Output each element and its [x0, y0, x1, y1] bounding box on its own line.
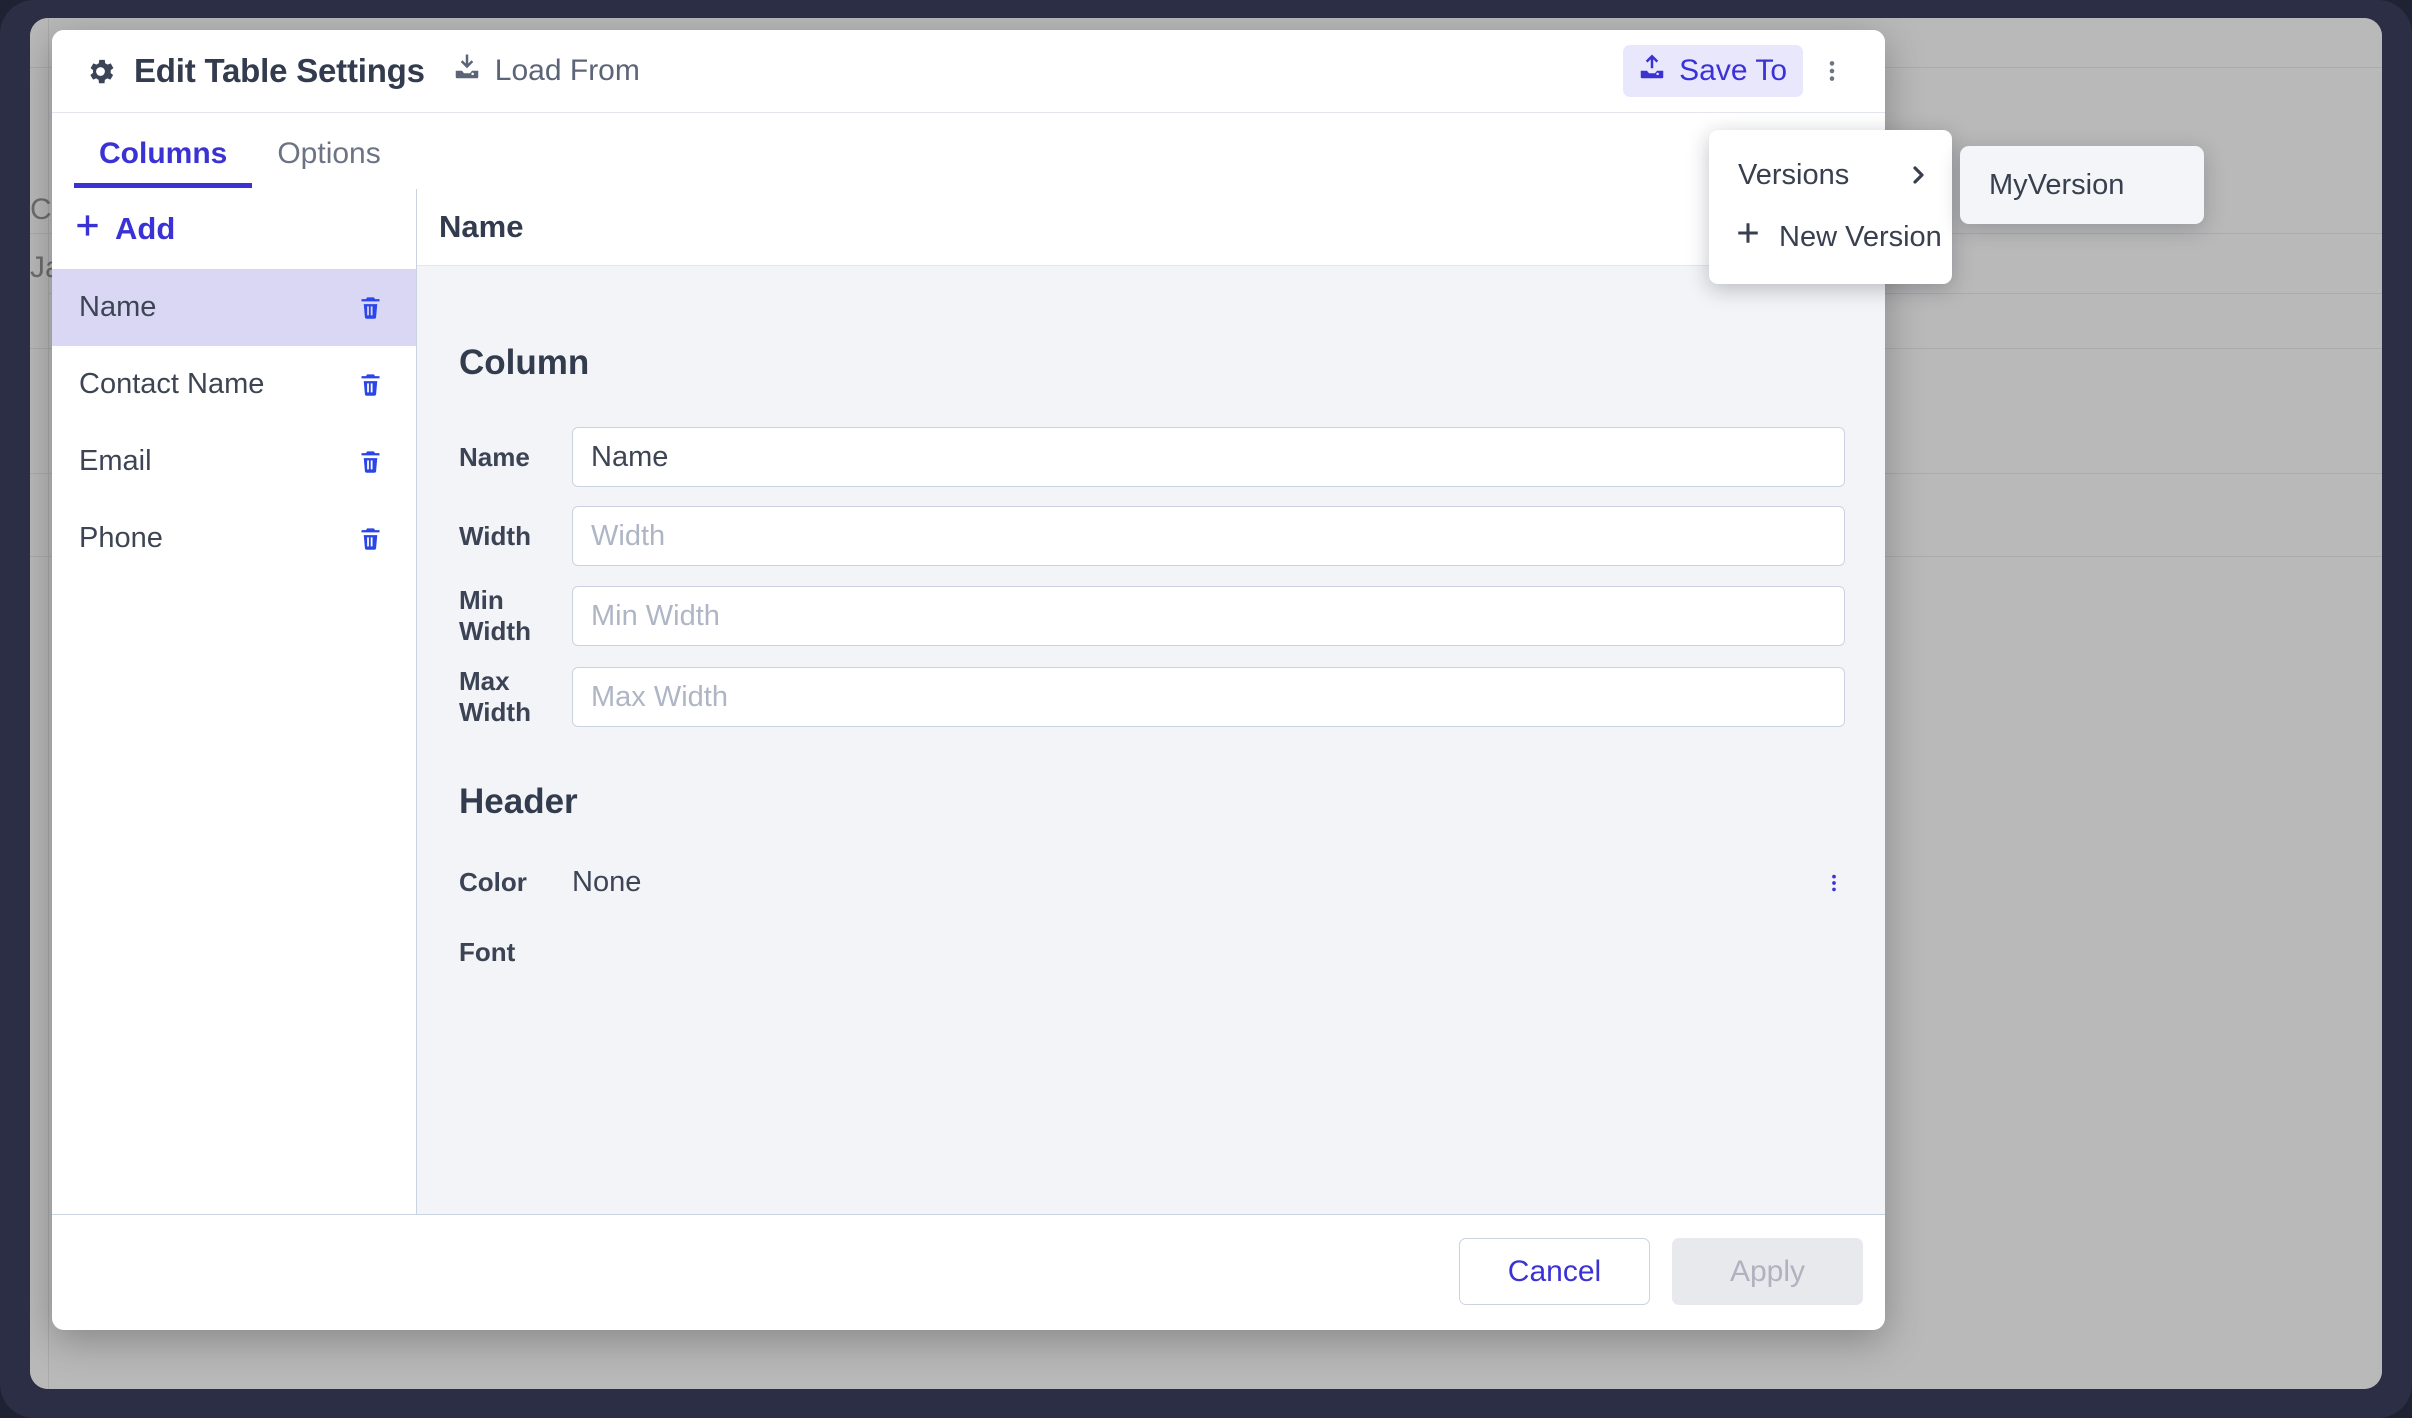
trash-icon[interactable] [357, 448, 384, 475]
columns-list-pane: Add Name Contact Name Email Phone [52, 189, 417, 1214]
field-row-min-width: Min Width Min Width [459, 585, 1845, 647]
section-title-column: Column [459, 343, 590, 382]
load-from-button[interactable]: Load From [452, 52, 640, 90]
more-vertical-icon[interactable] [1823, 869, 1845, 897]
field-label: Color [459, 867, 527, 897]
field-label: Font [459, 937, 516, 967]
field-row-width: Width Width [459, 506, 1845, 566]
save-to-dropdown-menu: Versions New Version [1709, 130, 1952, 284]
dialog-header-actions: Save To [1623, 45, 1857, 97]
menu-item-myversion[interactable]: MyVersion [1960, 156, 2204, 214]
menu-item-label: New Version [1779, 220, 1942, 253]
more-vertical-icon[interactable] [1807, 52, 1857, 90]
field-label: Max Width [459, 666, 531, 727]
add-column-button[interactable]: Add [52, 189, 416, 269]
load-from-label: Load From [494, 54, 640, 87]
apply-button[interactable]: Apply [1672, 1238, 1863, 1305]
list-item[interactable]: Contact Name [52, 346, 416, 423]
gear-icon [84, 55, 117, 88]
width-input[interactable]: Width [572, 506, 1845, 566]
trash-icon[interactable] [357, 371, 384, 398]
column-name: Email [79, 445, 152, 477]
field-row-max-width: Max Width Max Width [459, 666, 1845, 728]
edit-table-settings-dialog: Edit Table Settings Load From Save To Co… [52, 30, 2204, 1330]
trash-icon[interactable] [357, 525, 384, 552]
dialog-footer: Cancel Apply [52, 1215, 1885, 1328]
header-color-row: Color None [459, 866, 1845, 899]
detail-scroll-area[interactable]: Column Name Name Width Width Min Width M… [417, 266, 1885, 1214]
versions-submenu: MyVersion [1960, 146, 2204, 224]
name-input[interactable]: Name [572, 427, 1845, 487]
header-font-row: Font [459, 937, 1845, 968]
plus-icon [1735, 220, 1761, 254]
list-item[interactable]: Email [52, 423, 416, 500]
tab-options[interactable]: Options [252, 137, 405, 188]
column-detail-pane: Name Column Name Name Width Width Min Wi… [417, 189, 1885, 1214]
menu-item-label: Versions [1738, 158, 1850, 191]
menu-item-versions[interactable]: Versions [1709, 144, 1952, 206]
window-frame: Con Jan Search Edit Table Settings [0, 0, 2412, 1418]
page-title: Edit Table Settings [134, 52, 425, 89]
header-color-value[interactable]: None [572, 866, 641, 899]
trash-icon[interactable] [357, 294, 384, 321]
menu-item-new-version[interactable]: New Version [1709, 206, 1952, 268]
column-name: Name [79, 291, 157, 323]
field-label: Width [459, 520, 531, 551]
save-to-label: Save To [1679, 54, 1787, 87]
tab-columns[interactable]: Columns [74, 137, 253, 188]
column-name: Phone [79, 522, 163, 554]
dialog-body: Add Name Contact Name Email Phone Name C… [52, 188, 1885, 1215]
field-label: Min Width [459, 585, 531, 646]
list-item[interactable]: Phone [52, 500, 416, 577]
plus-icon [74, 211, 101, 247]
save-to-button[interactable]: Save To [1623, 45, 1803, 97]
chevron-right-icon [1906, 162, 1930, 188]
dialog-tabs: Columns Options [52, 113, 1885, 188]
window-content: Con Jan Search Edit Table Settings [30, 18, 2382, 1389]
download-tray-icon [452, 52, 482, 90]
upload-tray-icon [1637, 52, 1667, 90]
max-width-input[interactable]: Max Width [572, 667, 1845, 727]
min-width-input[interactable]: Min Width [572, 586, 1845, 646]
field-label: Name [459, 441, 530, 472]
field-row-name: Name Name [459, 427, 1845, 487]
list-item[interactable]: Name [52, 269, 416, 346]
dialog-header: Edit Table Settings Load From Save To [52, 30, 1885, 113]
column-name: Contact Name [79, 368, 265, 400]
detail-heading: Name [417, 189, 1885, 266]
section-title-header: Header [459, 782, 578, 821]
cancel-button[interactable]: Cancel [1459, 1238, 1650, 1305]
add-column-label: Add [115, 211, 176, 246]
